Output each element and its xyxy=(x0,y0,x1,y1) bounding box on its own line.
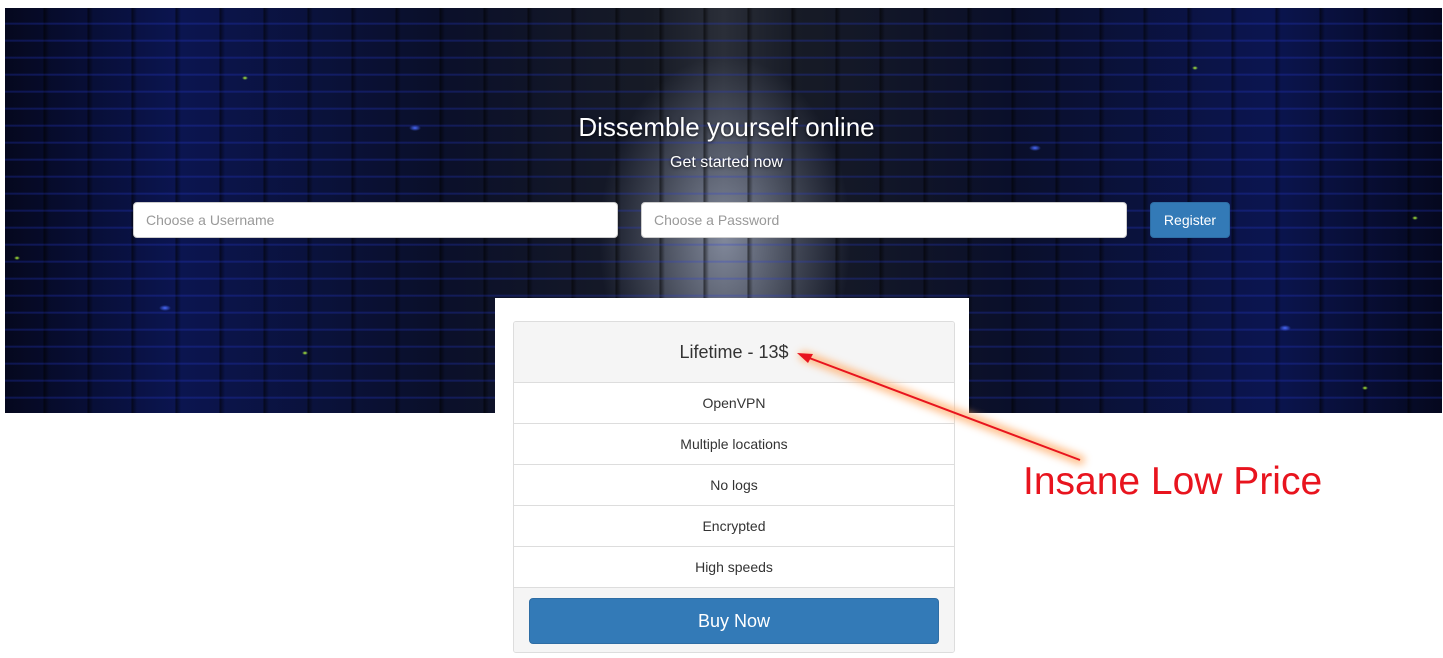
panel-footer: Buy Now xyxy=(514,588,954,652)
plan-title: Lifetime - 13$ xyxy=(514,322,954,383)
hero-title: Dissemble yourself online xyxy=(578,112,875,142)
password-input[interactable] xyxy=(641,202,1127,238)
pricing-panel: Lifetime - 13$ OpenVPN Multiple location… xyxy=(513,321,955,653)
annotation-text: Insane Low Price xyxy=(1023,460,1323,503)
feature-item: No logs xyxy=(514,465,954,506)
username-input[interactable] xyxy=(133,202,618,238)
feature-item: High speeds xyxy=(514,547,954,588)
feature-item: OpenVPN xyxy=(514,383,954,424)
register-button[interactable]: Register xyxy=(1150,202,1230,238)
feature-item: Multiple locations xyxy=(514,424,954,465)
hero-subtitle: Get started now xyxy=(670,154,783,171)
feature-item: Encrypted xyxy=(514,506,954,547)
buy-now-button[interactable]: Buy Now xyxy=(529,598,939,644)
